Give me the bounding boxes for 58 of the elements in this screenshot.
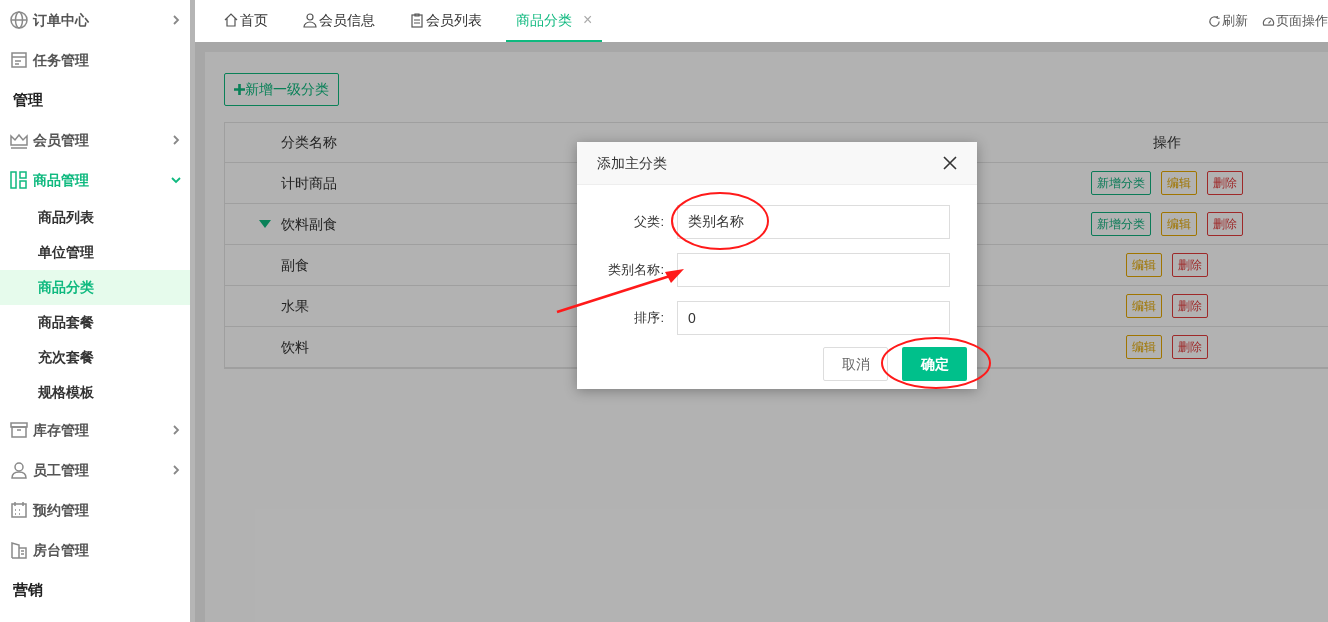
chevron-right-icon — [170, 424, 182, 436]
input-field[interactable]: 类别名称 — [677, 205, 950, 239]
table-cell-text: 副食 — [281, 255, 310, 275]
delete-button[interactable]: 删除 — [1172, 294, 1208, 318]
tab[interactable]: 会员信息 — [292, 0, 385, 42]
refresh-button[interactable]: 刷新 — [1208, 0, 1248, 42]
grid-icon — [9, 170, 29, 190]
section-heading: 营销 — [13, 579, 43, 600]
gauge-icon — [1262, 14, 1275, 28]
dialog-title: 添加主分类 — [597, 153, 667, 173]
chevron-right-icon — [170, 14, 182, 26]
delete-button[interactable]: 删除 — [1172, 253, 1208, 277]
delete-button[interactable]: 删除 — [1172, 335, 1208, 359]
tab[interactable]: 会员列表 — [399, 0, 492, 42]
field-label: 排序: — [633, 309, 664, 328]
chevron-right-icon — [170, 134, 182, 146]
user-icon — [302, 12, 318, 28]
table-cell-text: 饮料 — [281, 337, 310, 357]
submenu-item[interactable]: 商品套餐 — [0, 305, 190, 340]
sidebar-item[interactable]: 任务管理 — [0, 40, 190, 80]
table-cell-text: 饮料副食 — [281, 214, 338, 234]
chevron-right-icon — [170, 464, 182, 476]
submenu-item[interactable]: 充次套餐 — [0, 340, 190, 375]
section-heading: 管理 — [13, 89, 43, 110]
delete-button[interactable]: 删除 — [1207, 212, 1243, 236]
scrollbar[interactable] — [190, 0, 195, 622]
cancel-button[interactable]: 取消 — [823, 347, 888, 381]
tab[interactable]: 首页 — [213, 0, 278, 42]
delete-button[interactable]: 删除 — [1207, 171, 1243, 195]
close-icon[interactable] — [943, 156, 957, 170]
sidebar-item[interactable]: 房台管理 — [0, 530, 190, 570]
sidebar-item[interactable]: 订单中心 — [0, 0, 190, 40]
submenu-item[interactable]: 商品列表 — [0, 200, 190, 235]
sidebar-item[interactable]: 预约管理 — [0, 490, 190, 530]
building-icon — [9, 540, 29, 560]
refresh-icon — [1208, 14, 1221, 28]
submenu-item[interactable]: 规格模板 — [0, 375, 190, 410]
input-field[interactable] — [677, 253, 950, 287]
sidebar-item[interactable]: 会员管理 — [0, 120, 190, 160]
page-actions-button[interactable]: 页面操作 — [1262, 0, 1328, 42]
globe-icon — [9, 10, 29, 30]
field-label: 类别名称: — [607, 261, 664, 280]
caret-down-icon[interactable] — [259, 220, 271, 228]
sidebar-item[interactable]: 员工管理 — [0, 450, 190, 490]
plus-icon — [234, 84, 245, 95]
column-header: 分类名称 — [281, 133, 338, 152]
box-icon — [9, 420, 29, 440]
table-cell-text: 水果 — [281, 296, 310, 316]
submenu-item[interactable]: 单位管理 — [0, 235, 190, 270]
column-header: 操作 — [1153, 133, 1181, 152]
user-icon — [9, 460, 29, 480]
sidebar-item[interactable]: 库存管理 — [0, 410, 190, 450]
table-cell-text: 计时商品 — [281, 173, 338, 193]
field-label: 父类: — [633, 213, 664, 232]
chevron-down-icon — [170, 174, 182, 186]
clipboard-icon — [409, 12, 425, 28]
input-field[interactable]: 0 — [677, 301, 950, 335]
home-icon — [223, 12, 239, 28]
